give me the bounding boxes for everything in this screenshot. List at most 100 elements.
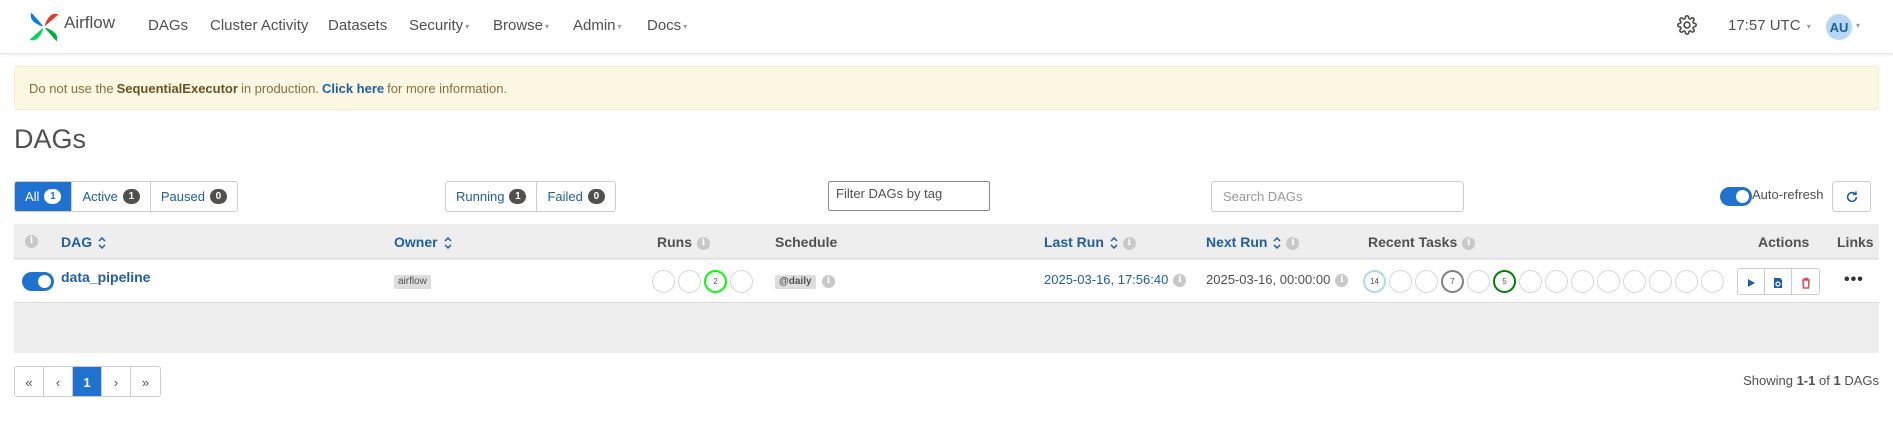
page-next-button[interactable]: › xyxy=(102,367,131,396)
page-title: DAGs xyxy=(14,124,87,154)
reparse-file-icon xyxy=(1774,277,1782,288)
clock-dropdown[interactable]: 17:57 UTC ▾ xyxy=(1728,17,1811,34)
filter-failed-count: 0 xyxy=(587,189,605,204)
dag-id-link[interactable]: data_pipeline xyxy=(61,269,150,285)
showing-total: 1 xyxy=(1833,373,1841,388)
filter-all-label: All xyxy=(25,189,40,204)
filter-running-button[interactable]: Running 1 xyxy=(446,182,538,211)
auto-refresh-toggle[interactable] xyxy=(1720,187,1752,206)
chevron-down-icon: ▾ xyxy=(683,21,688,31)
dag-pause-toggle[interactable] xyxy=(22,272,54,291)
clock-time: 17:57 UTC xyxy=(1728,17,1801,34)
task-state-circle[interactable]: 14 xyxy=(1363,270,1386,293)
user-avatar[interactable]: AU xyxy=(1826,14,1852,40)
header-next-run[interactable]: Next Run i xyxy=(1206,234,1300,250)
task-state-circle[interactable] xyxy=(1701,270,1724,293)
task-state-circle[interactable] xyxy=(1545,270,1568,293)
search-dags-input[interactable]: Search DAGs xyxy=(1211,181,1464,212)
owner-tag[interactable]: airflow xyxy=(394,275,431,289)
header-dag-label: DAG xyxy=(61,234,93,250)
task-state-circle[interactable] xyxy=(1597,270,1620,293)
task-state-circle[interactable] xyxy=(1467,270,1490,293)
filter-running-label: Running xyxy=(456,189,505,204)
last-run-link[interactable]: 2025-03-16, 17:56:40 i xyxy=(1044,272,1187,288)
page-prev-button[interactable]: ‹ xyxy=(44,367,73,396)
task-state-circle[interactable]: 7 xyxy=(1441,270,1464,293)
refresh-icon xyxy=(1846,190,1857,202)
info-icon: i xyxy=(1122,236,1136,250)
nav-admin-label: Admin xyxy=(573,17,616,34)
chevron-down-icon: ▾ xyxy=(465,21,470,31)
header-owner[interactable]: Owner xyxy=(394,234,452,250)
task-state-circle[interactable] xyxy=(1675,270,1698,293)
info-icon: i xyxy=(697,236,710,250)
task-state-circle[interactable]: 5 xyxy=(1493,270,1516,293)
task-state-count: 5 xyxy=(1502,277,1507,286)
status-filter-group: All 1 Active 1 Paused 0 xyxy=(14,181,238,212)
nav-datasets[interactable]: Datasets xyxy=(328,17,387,34)
nav-dags-label: DAGs xyxy=(148,17,189,34)
task-state-circle[interactable] xyxy=(1389,270,1412,293)
task-state-circle[interactable] xyxy=(1519,270,1542,293)
header-schedule: Schedule xyxy=(775,234,838,250)
nav-docs[interactable]: Docs ▾ xyxy=(647,17,687,34)
brand-name: Airflow xyxy=(64,13,116,32)
dag-run-state-circle[interactable]: 2 xyxy=(704,270,727,293)
filter-all-count: 1 xyxy=(44,189,62,204)
gear-icon[interactable] xyxy=(1677,15,1697,35)
airflow-logo-icon xyxy=(29,12,59,42)
chevron-down-icon: ▾ xyxy=(1806,21,1811,31)
page-current-button[interactable]: 1 xyxy=(73,367,102,396)
task-state-circle[interactable] xyxy=(1649,270,1672,293)
nav-dags[interactable]: DAGs xyxy=(148,17,188,34)
page-first-button[interactable]: « xyxy=(15,367,44,396)
nav-browse[interactable]: Browse ▾ xyxy=(493,17,549,34)
delete-dag-button[interactable] xyxy=(1792,269,1819,294)
task-state-circle[interactable] xyxy=(1571,270,1594,293)
nav-admin[interactable]: Admin ▾ xyxy=(573,17,622,34)
filter-failed-button[interactable]: Failed 0 xyxy=(537,182,615,211)
header-owner-label: Owner xyxy=(394,234,438,250)
header-last-run[interactable]: Last Run i xyxy=(1044,234,1136,250)
header-actions: Actions xyxy=(1758,234,1810,250)
next-run-value: 2025-03-16, 00:00:00 xyxy=(1206,272,1331,287)
nav-security[interactable]: Security ▾ xyxy=(409,17,469,34)
trash-icon xyxy=(1801,277,1810,289)
nav-cluster-activity[interactable]: Cluster Activity xyxy=(210,17,308,34)
filter-paused-button[interactable]: Paused 0 xyxy=(150,182,237,211)
nav-browse-label: Browse xyxy=(493,17,544,34)
navbar: Airflow DAGs Cluster Activity Datasets S… xyxy=(0,0,1893,54)
dag-run-state-circle[interactable] xyxy=(678,270,701,293)
header-dag[interactable]: DAG xyxy=(61,234,106,250)
reparse-dag-button[interactable] xyxy=(1765,269,1792,294)
task-state-circle[interactable] xyxy=(1415,270,1438,293)
showing-range: 1-1 xyxy=(1796,373,1816,388)
schedule-tag: @daily xyxy=(775,275,816,289)
sort-icon xyxy=(98,237,106,250)
info-icon: i xyxy=(1173,274,1187,288)
info-icon: i xyxy=(822,275,835,288)
alert-click-here-link[interactable]: Click here xyxy=(322,81,384,96)
info-icon: i xyxy=(1335,274,1349,288)
filter-active-button[interactable]: Active 1 xyxy=(72,182,151,211)
dag-run-state-circle[interactable] xyxy=(730,270,753,293)
trigger-dag-button[interactable] xyxy=(1738,269,1765,294)
last-run-value: 2025-03-16, 17:56:40 xyxy=(1044,272,1169,287)
dag-run-state-circle[interactable] xyxy=(652,270,675,293)
dag-actions xyxy=(1737,268,1820,295)
tag-filter-input[interactable]: Filter DAGs by tag xyxy=(828,181,990,211)
refresh-button[interactable] xyxy=(1832,181,1871,212)
links-menu-button[interactable]: ••• xyxy=(1844,271,1864,289)
page-last-button[interactable]: » xyxy=(131,367,160,396)
pagination: « ‹ 1 › » xyxy=(14,366,161,397)
airflow-logo-link[interactable]: Airflow xyxy=(26,6,115,48)
task-state-count: 7 xyxy=(1450,277,1455,286)
filter-paused-label: Paused xyxy=(160,189,205,204)
chevron-down-icon: ▾ xyxy=(545,21,550,31)
header-next-run-label: Next Run xyxy=(1206,234,1268,250)
info-icon: i xyxy=(25,235,38,248)
filter-all-button[interactable]: All 1 xyxy=(15,182,73,211)
task-state-circle[interactable] xyxy=(1623,270,1646,293)
showing-suffix: DAGs xyxy=(1844,373,1879,388)
chevron-down-icon: ▾ xyxy=(1856,21,1861,30)
